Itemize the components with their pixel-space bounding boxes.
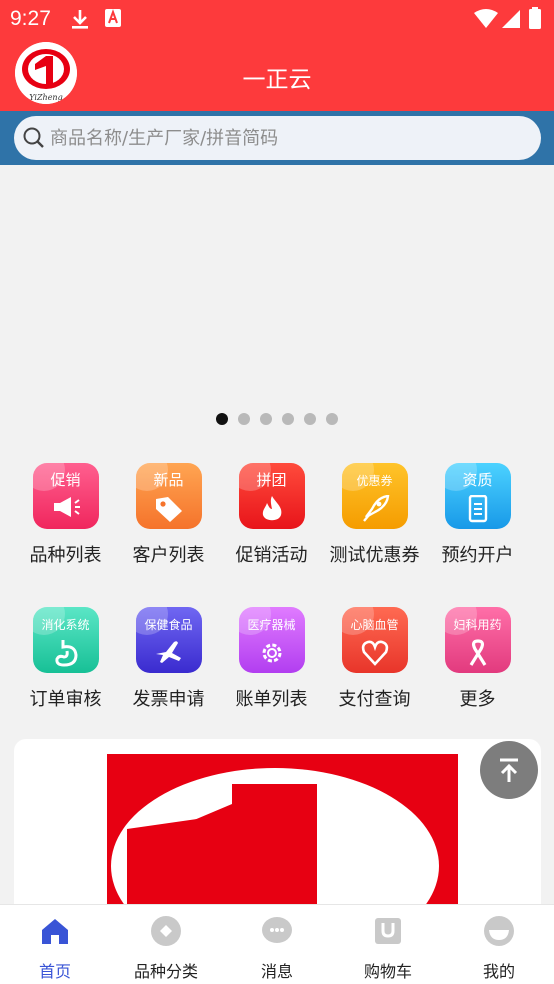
grid-icon-group-buy: 拼团 xyxy=(238,463,305,529)
svg-text:YiZheng: YiZheng xyxy=(29,93,62,102)
grid-label: 客户列表 xyxy=(132,545,205,566)
nav-profile[interactable]: 我的 xyxy=(444,905,554,984)
grid-item-new[interactable]: 新品 客户列表 xyxy=(117,463,220,567)
grid-label: 支付查询 xyxy=(338,689,411,710)
nav-label: 我的 xyxy=(482,962,515,981)
status-time: 9:27 xyxy=(10,7,51,30)
arrow-up-icon xyxy=(500,758,518,782)
grid-item-health-food[interactable]: 保健食品 发票申请 xyxy=(117,607,220,711)
signal-icon xyxy=(502,10,520,28)
grid-icon-health-food: 保健食品 xyxy=(135,607,202,673)
chat-icon xyxy=(262,917,292,943)
nav-category[interactable]: 品种分类 xyxy=(111,905,221,984)
flame-icon xyxy=(262,496,281,521)
app-title: 一正云 xyxy=(242,67,312,93)
nav-label: 品种分类 xyxy=(133,962,198,981)
grid-item-medical-device[interactable]: 医疗器械 账单列表 xyxy=(220,607,323,711)
grid-label: 测试优惠券 xyxy=(329,545,420,566)
nav-messages[interactable]: 消息 xyxy=(222,905,332,984)
carousel-dot[interactable] xyxy=(282,413,294,425)
gear-icon xyxy=(262,643,281,663)
carousel-dot[interactable] xyxy=(238,413,250,425)
grid-label: 促销活动 xyxy=(235,545,308,566)
nav-home[interactable]: 首页 xyxy=(0,905,110,984)
stomach-icon xyxy=(54,640,78,667)
grid-icon-medical-device: 医疗器械 xyxy=(238,607,305,673)
shortcut-grid: 促销 品种列表 新品 客户列表 拼团 促销活动 优惠券 测试优惠券 资质 预约开… xyxy=(0,445,554,737)
carousel-dot[interactable] xyxy=(216,413,228,425)
nav-label: 首页 xyxy=(38,962,71,981)
grid-item-group-buy[interactable]: 拼团 促销活动 xyxy=(220,463,323,567)
battery-icon xyxy=(529,7,541,29)
nav-label: 消息 xyxy=(260,962,293,981)
wifi-icon xyxy=(474,9,498,28)
grid-item-gynecology[interactable]: 妇科用药 更多 xyxy=(426,607,529,711)
grid-icon-qualification: 资质 xyxy=(444,463,511,529)
promo-banner-card[interactable] xyxy=(14,739,541,919)
profile-icon xyxy=(484,916,514,946)
grid-item-promotion[interactable]: 促销 品种列表 xyxy=(14,463,117,567)
airplane-icon xyxy=(155,641,181,663)
nav-label: 购物车 xyxy=(363,962,412,981)
brand-logo-image xyxy=(107,754,458,919)
carousel-dot[interactable] xyxy=(260,413,272,425)
grid-label: 账单列表 xyxy=(235,689,308,710)
carousel-indicator xyxy=(0,410,554,429)
grid-label: 品种列表 xyxy=(29,545,102,566)
document-icon xyxy=(468,495,487,523)
grid-icon-promotion: 促销 xyxy=(32,463,99,529)
search-bar xyxy=(0,111,554,165)
grid-item-cardio[interactable]: 心脑血管 支付查询 xyxy=(323,607,426,711)
grid-item-qualification[interactable]: 资质 预约开户 xyxy=(426,463,529,567)
rocket-icon xyxy=(362,495,389,522)
grid-label: 预约开户 xyxy=(441,545,514,566)
grid-icon-new: 新品 xyxy=(135,463,202,529)
grid-item-coupon[interactable]: 优惠券 测试优惠券 xyxy=(323,463,426,567)
search-input[interactable] xyxy=(50,116,520,160)
app-badge-icon xyxy=(105,9,121,27)
grid-label: 订单审核 xyxy=(29,689,102,710)
grid-icon-coupon: 优惠券 xyxy=(341,463,408,529)
carousel-dot[interactable] xyxy=(304,413,316,425)
carousel-dot[interactable] xyxy=(326,413,338,425)
category-icon xyxy=(151,916,181,946)
status-bar: 9:27 xyxy=(0,0,554,38)
grid-label: 发票申请 xyxy=(132,689,205,710)
grid-item-digestive[interactable]: 消化系统 订单审核 xyxy=(14,607,117,711)
bottom-nav: 首页 品种分类 消息 购物车 我的 xyxy=(0,904,554,984)
download-icon xyxy=(72,10,88,29)
grid-label: 更多 xyxy=(459,689,496,710)
cart-icon xyxy=(375,918,401,944)
grid-icon-cardio: 心脑血管 xyxy=(341,607,408,673)
search-icon xyxy=(23,127,44,148)
price-tag-icon xyxy=(155,497,182,522)
banner-carousel[interactable] xyxy=(0,165,554,445)
search-box[interactable] xyxy=(14,116,541,160)
nav-cart[interactable]: 购物车 xyxy=(333,905,443,984)
heart-icon xyxy=(361,640,388,666)
grid-icon-gynecology: 妇科用药 xyxy=(444,607,511,673)
home-icon xyxy=(42,919,68,944)
app-header: YiZheng 一正云 xyxy=(0,38,554,111)
scroll-to-top-button[interactable] xyxy=(480,741,538,799)
ribbon-icon xyxy=(469,639,486,666)
megaphone-icon xyxy=(53,497,80,517)
grid-icon-digestive: 消化系统 xyxy=(32,607,99,673)
